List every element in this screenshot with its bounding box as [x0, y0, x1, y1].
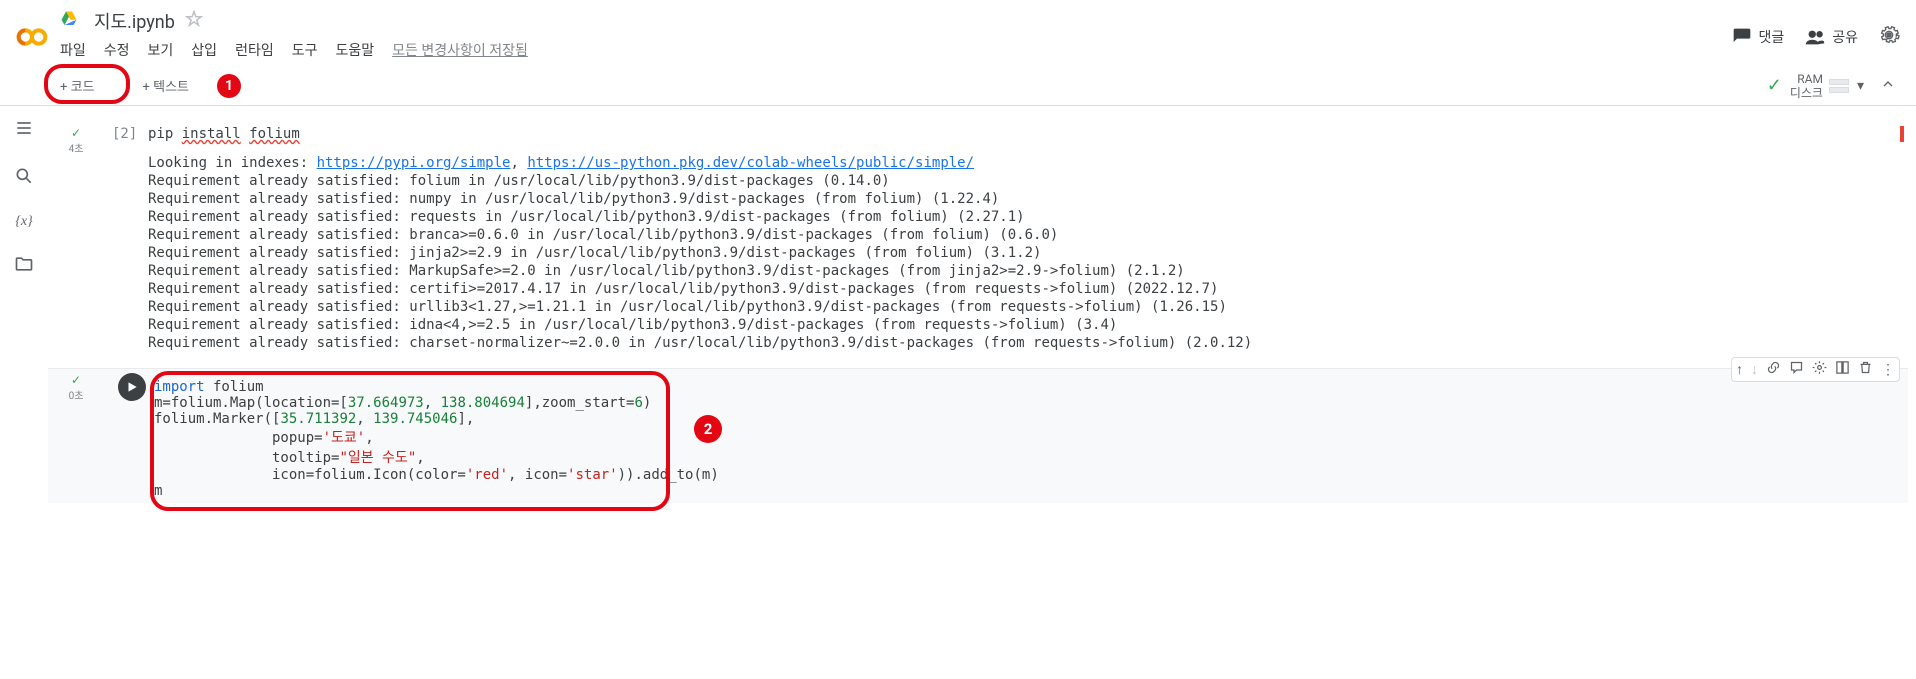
menu-tools[interactable]: 도구: [292, 40, 318, 60]
annotation-badge-1: 1: [217, 74, 241, 98]
code-cell-2[interactable]: ↑ ↓ ⋮ ✓ 0초 2 import folium m=fol: [48, 368, 1908, 503]
search-icon[interactable]: [14, 166, 34, 190]
connected-check-icon: ✓: [1767, 75, 1782, 96]
drive-icon: [60, 10, 78, 32]
output-line: Requirement already satisfied: urllib3<1…: [148, 299, 1227, 315]
header: 지도.ipynb 파일 수정 보기 삽입 런타임 도구 도움말 모든 변경사항이…: [0, 0, 1916, 66]
cell-gutter: ✓ 4초: [48, 126, 104, 155]
output-line: Requirement already satisfied: requests …: [148, 209, 1025, 225]
save-status: 모든 변경사항이 저장됨: [392, 40, 528, 60]
annotation-badge-2: 2: [694, 415, 722, 443]
menu-view[interactable]: 보기: [148, 40, 174, 60]
exec-time: 4초: [69, 140, 84, 155]
code-cell-1[interactable]: ✓ 4초 [2] pip install folium Looking in i…: [48, 122, 1908, 360]
output-line: Requirement already satisfied: charset-n…: [148, 335, 1252, 351]
index-link-1[interactable]: https://pypi.org/simple: [317, 155, 511, 171]
index-link-2[interactable]: https://us-python.pkg.dev/colab-wheels/p…: [527, 155, 974, 171]
code-input[interactable]: pip install folium: [148, 122, 1908, 146]
output-line: Requirement already satisfied: certifi>=…: [148, 281, 1218, 297]
gutter-check-icon: ✓: [71, 126, 81, 140]
ram-label: RAM: [1797, 72, 1823, 86]
runtime-dropdown-icon[interactable]: ▾: [1857, 78, 1864, 94]
colab-logo-icon: [16, 25, 48, 49]
cell-error-indicator: [1900, 126, 1904, 142]
title-area: 지도.ipynb 파일 수정 보기 삽입 런타임 도구 도움말 모든 변경사항이…: [60, 8, 1732, 66]
gear-icon[interactable]: [1878, 24, 1900, 50]
left-sidebar: {x}: [0, 106, 48, 511]
star-icon[interactable]: [185, 10, 203, 32]
toolbar: + 코드 + 텍스트 1 ✓ RAM 디스크 ▾: [0, 66, 1916, 106]
comment-label: 댓글: [1758, 27, 1784, 47]
toc-icon[interactable]: [14, 118, 34, 142]
exec-count: [2]: [112, 126, 137, 142]
ram-disk-indicator[interactable]: RAM 디스크: [1790, 72, 1849, 100]
add-code-button[interactable]: + 코드: [50, 70, 105, 101]
share-button[interactable]: 공유: [1804, 26, 1858, 48]
header-right: 댓글 공유: [1732, 24, 1900, 50]
exec-time: 0초: [69, 387, 84, 402]
output-line: Requirement already satisfied: jinja2>=2…: [148, 245, 1041, 261]
main: {x} ✓ 4초 [2] pip install folium Looking …: [0, 106, 1916, 511]
notebook-area: ✓ 4초 [2] pip install folium Looking in i…: [48, 106, 1916, 511]
add-text-button[interactable]: + 텍스트: [133, 70, 199, 101]
variables-icon[interactable]: {x}: [15, 214, 32, 230]
cell-gutter: ✓ 0초: [48, 373, 104, 402]
run-cell-button[interactable]: [118, 373, 146, 401]
notebook-title[interactable]: 지도.ipynb: [94, 8, 175, 34]
menu-help[interactable]: 도움말: [335, 40, 374, 60]
menu-bar: 파일 수정 보기 삽입 런타임 도구 도움말 모든 변경사항이 저장됨: [60, 34, 1732, 66]
output-line: Requirement already satisfied: folium in…: [148, 173, 890, 189]
disk-label: 디스크: [1790, 86, 1823, 100]
menu-insert[interactable]: 삽입: [191, 40, 217, 60]
output-line: Requirement already satisfied: idna<4,>=…: [148, 317, 1117, 333]
cell-output: Looking in indexes: https://pypi.org/sim…: [148, 146, 1908, 360]
code-input[interactable]: import folium m=folium.Map(location=[37.…: [154, 375, 1908, 503]
output-line: Requirement already satisfied: numpy in …: [148, 191, 999, 207]
output-line: Requirement already satisfied: MarkupSaf…: [148, 263, 1185, 279]
gutter-check-icon: ✓: [71, 373, 81, 387]
collapse-header-icon[interactable]: [1872, 76, 1904, 96]
menu-edit[interactable]: 수정: [104, 40, 130, 60]
menu-file[interactable]: 파일: [60, 40, 86, 60]
output-line: Requirement already satisfied: branca>=0…: [148, 227, 1058, 243]
share-label: 공유: [1832, 27, 1858, 47]
files-icon[interactable]: [14, 254, 34, 278]
menu-runtime[interactable]: 런타임: [235, 40, 274, 60]
comment-button[interactable]: 댓글: [1732, 27, 1784, 47]
